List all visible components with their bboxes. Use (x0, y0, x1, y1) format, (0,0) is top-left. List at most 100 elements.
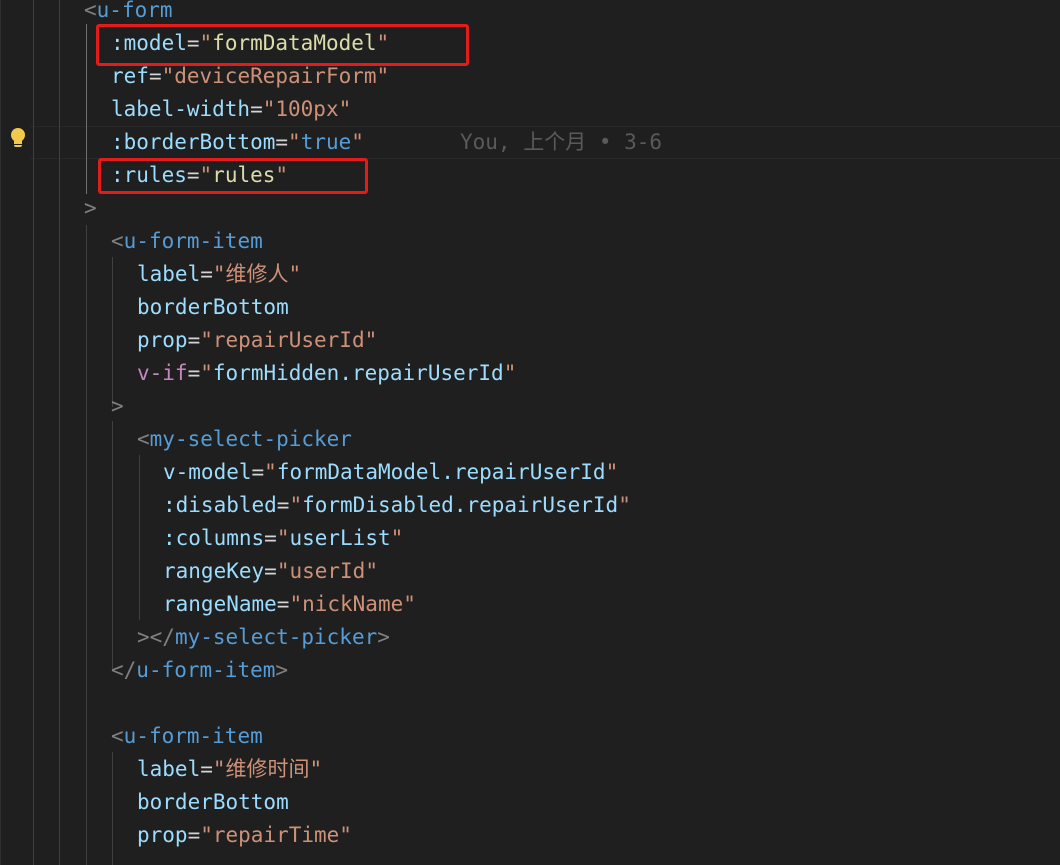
code-token: userList (289, 526, 391, 550)
code-editor[interactable]: <u-form:model="formDataModel" ref="device… (0, 0, 1060, 865)
code-token: formHidden.repairUserId (212, 361, 504, 385)
code-line: > (84, 192, 97, 225)
code-token: = (251, 460, 265, 484)
code-line: </u-form-item> (111, 654, 288, 687)
code-token: rangeName (163, 592, 277, 616)
code-token: " (351, 130, 364, 154)
code-line: v-model="formDataModel.repairUserId" (163, 456, 618, 489)
code-token: "维修时间" (212, 757, 323, 781)
code-token: my-select-picker (149, 427, 352, 451)
indent-guide (86, 24, 87, 194)
code-line: rangeName="nickName" (163, 588, 416, 621)
code-token: borderBottom (137, 790, 289, 814)
code-token: prop (137, 823, 188, 847)
code-line: v-if="formHidden.repairUserId" (137, 357, 516, 390)
indent-guide (112, 421, 113, 669)
code-token: " (618, 493, 631, 517)
code-line: borderBottom (137, 291, 289, 324)
code-token: formDisabled.repairUserId (302, 493, 619, 517)
code-line: prop="repairTime" (137, 819, 352, 852)
highlight-box-model (96, 24, 469, 66)
code-line: label-width="100px" (111, 93, 351, 126)
code-token: = (200, 757, 213, 781)
code-token: "repairUserId" (200, 328, 378, 352)
code-token: = (187, 328, 201, 352)
code-token: label (137, 262, 201, 286)
code-token: v-if (137, 361, 188, 385)
code-token: :columns (163, 526, 265, 550)
code-token: " (276, 526, 290, 550)
code-token: = (200, 262, 213, 286)
indent-guide (59, 0, 60, 865)
code-line: <u-form (84, 0, 173, 27)
code-token: = (250, 97, 263, 121)
code-token: ></ (137, 625, 175, 649)
code-line: <u-form-item (111, 720, 263, 753)
code-token: u-form-item (123, 229, 263, 253)
code-token: " (200, 361, 213, 385)
code-token: :borderBottom (111, 130, 276, 154)
code-line: rangeKey="userId" (163, 555, 378, 588)
code-line: :columns="userList" (163, 522, 403, 555)
code-token: < (111, 724, 124, 748)
code-token: < (84, 0, 97, 22)
indent-guide (112, 257, 113, 407)
indent-guide (33, 0, 34, 865)
code-token: " (264, 460, 277, 484)
code-token: label (137, 757, 201, 781)
indent-guide (112, 752, 113, 865)
code-token: formDataModel.repairUserId (276, 460, 606, 484)
code-token: true (300, 130, 352, 154)
code-token: u-form (96, 0, 173, 22)
code-token: :disabled (163, 493, 277, 517)
code-token: = (276, 592, 290, 616)
code-token: " (288, 130, 301, 154)
code-token: > (111, 394, 124, 418)
code-line: > (111, 390, 124, 423)
code-line: <my-select-picker (137, 423, 352, 456)
code-token: "100px" (262, 97, 352, 121)
code-token: = (187, 361, 201, 385)
code-token: rangeKey (163, 559, 265, 583)
code-token: borderBottom (137, 295, 289, 319)
code-token: "repairTime" (200, 823, 352, 847)
code-line: :disabled="formDisabled.repairUserId" (163, 489, 631, 522)
code-token: my-select-picker (174, 625, 378, 649)
code-line: borderBottom (137, 786, 289, 819)
code-token: > (84, 196, 97, 220)
code-token: = (148, 64, 162, 88)
code-token: u-form-item (123, 724, 263, 748)
code-token: = (276, 493, 290, 517)
code-token: > (377, 625, 390, 649)
code-token: " (390, 526, 404, 550)
code-line: label="维修人" (137, 258, 301, 291)
code-token: " (503, 361, 517, 385)
code-token: prop (137, 328, 188, 352)
code-token: = (264, 526, 277, 550)
code-token: = (264, 559, 277, 583)
code-token: "nickName" (289, 592, 416, 616)
code-token: " (289, 493, 303, 517)
code-token: "维修人" (212, 262, 302, 286)
code-line: label="维修时间" (137, 753, 322, 786)
code-token: = (275, 130, 289, 154)
code-token: < (111, 229, 124, 253)
code-token: u-form-item (136, 658, 276, 682)
indent-guide (86, 225, 87, 865)
code-token: </ (111, 658, 137, 682)
code-line: :borderBottom="true" (111, 126, 364, 159)
indent-guide (139, 455, 140, 620)
code-token: label-width (111, 97, 251, 121)
gutter-border (0, 0, 1, 865)
git-blame-annotation: You, 上个月 • 3-6 (460, 130, 663, 154)
highlight-box-rules (98, 158, 368, 194)
code-token: ref (111, 64, 149, 88)
code-token: = (187, 823, 201, 847)
code-token: v-model (163, 460, 252, 484)
lightbulb-icon[interactable] (9, 128, 27, 150)
code-line: <u-form-item (111, 225, 263, 258)
code-token: > (275, 658, 289, 682)
code-token: "deviceRepairForm" (161, 64, 390, 88)
code-line: ></my-select-picker> (137, 621, 390, 654)
code-token: < (137, 427, 150, 451)
